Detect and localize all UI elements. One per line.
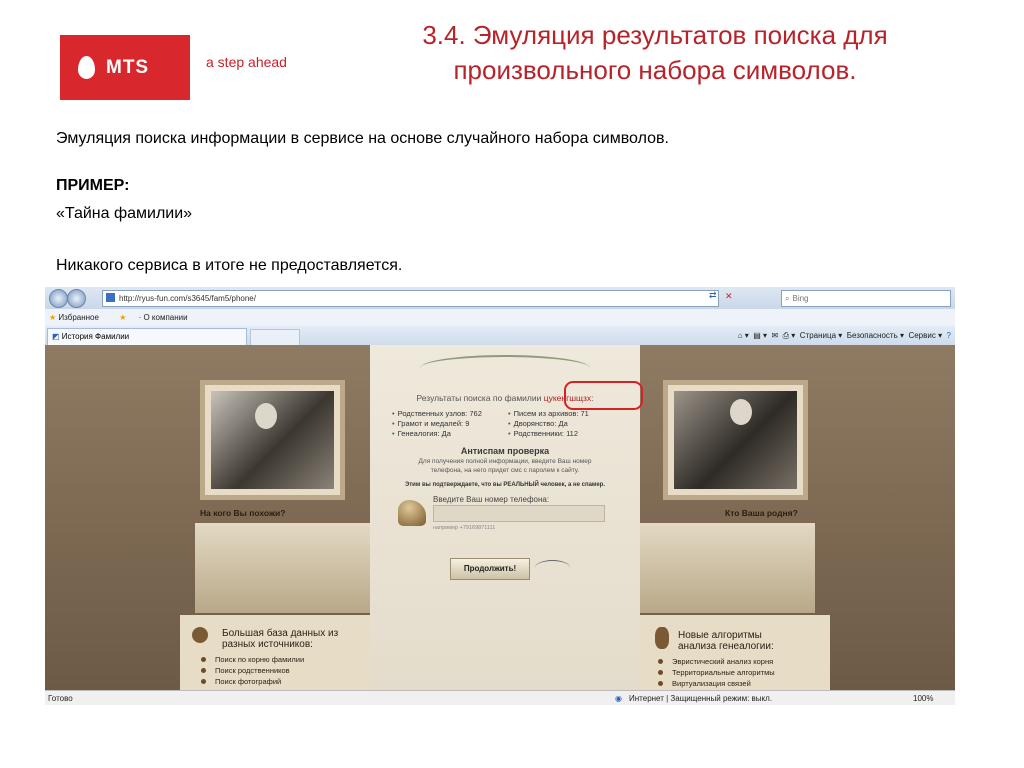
command-bar: ⌂ ▾ ▤ ▾ ✉ ⎙ ▾ Страница ▾ Безопасность ▾ … — [738, 326, 951, 345]
mts-logo: MTS — [60, 35, 190, 100]
search-placeholder: Bing — [792, 294, 809, 303]
right-panel-heading: Новые алгоритмы анализа генеалогии: — [678, 630, 774, 652]
refresh-icon[interactable]: ⇄ — [709, 290, 717, 301]
security-menu[interactable]: Безопасность ▾ — [847, 331, 904, 340]
gramophone-icon — [398, 500, 426, 526]
list-item[interactable]: Виртуализация связей — [652, 678, 775, 689]
right-info-panel: Новые алгоритмы анализа генеалогии: Эврис… — [640, 615, 830, 690]
feeds-icon[interactable]: ▤ ▾ — [753, 331, 767, 340]
intro-text: Эмуляция поиска информации в сервисе на … — [56, 130, 669, 147]
mail-icon[interactable]: ✉ — [772, 331, 779, 340]
page-icon: ◩ — [52, 332, 60, 341]
tab-bar: ◩ История Фамилии ⌂ ▾ ▤ ▾ ✉ ⎙ ▾ Страница… — [45, 326, 955, 346]
favorites-bar: ★ Избранное ★ · О компании — [45, 309, 955, 327]
favorites-link-label: О компании — [143, 313, 188, 322]
left-portrait[interactable] — [205, 385, 340, 495]
back-icon[interactable] — [49, 289, 68, 308]
stat-letters: Писем из архивов: 71 — [508, 409, 589, 418]
left-panel-heading2: разных источников: — [222, 639, 313, 650]
left-panel-heading: Большая база данных из разных источников: — [222, 628, 338, 650]
right-panel-heading1: Новые алгоритмы — [678, 630, 762, 641]
url-field[interactable]: http://ryus-fun.com/s3645/fam5/phone/ — [102, 290, 719, 307]
zone-text[interactable]: Интернет | Защищенный режим: выкл. — [629, 691, 772, 705]
mts-egg-icon — [78, 56, 95, 79]
antispam-text-2: телефона, на него придет смс с паролем к… — [430, 467, 580, 474]
logo-text: MTS — [106, 57, 150, 78]
tab-history[interactable]: ◩ История Фамилии — [47, 328, 247, 345]
right-panel-list: Эвристический анализ корня Территориальн… — [652, 656, 775, 689]
list-item[interactable]: Поиск фотографий — [195, 676, 304, 687]
continue-button[interactable]: Продолжить! — [450, 558, 530, 580]
slide-title: 3.4. Эмуляция результатов поиска для про… — [360, 18, 950, 88]
right-sketch-image — [640, 523, 815, 613]
button-string-decoration — [535, 560, 570, 575]
print-icon[interactable]: ⎙ ▾ — [783, 331, 796, 340]
right-portrait[interactable] — [668, 385, 803, 495]
confirm-text: Этим вы подтверждаете, что вы РЕАЛЬНЫЙ ч… — [404, 482, 606, 488]
left-panel-heading1: Большая база данных из — [222, 628, 339, 639]
add-favorite-icon[interactable]: ★ — [119, 313, 126, 322]
status-text: Готово — [48, 694, 73, 703]
zoom-level[interactable]: 100% — [913, 691, 933, 705]
web-page: На кого Вы похожи? Большая база данных и… — [45, 345, 955, 690]
browser-screenshot: http://ryus-fun.com/s3645/fam5/phone/ ✕ … — [45, 287, 955, 705]
site-icon — [106, 293, 115, 302]
stat-relatives: Родственники: 112 — [508, 429, 578, 438]
antispam-title: Антиспам проверка — [460, 446, 550, 456]
right-column: Кто Ваша родня? Новые алгоритмы анализа г… — [640, 345, 955, 690]
right-panel-heading2: анализа генеалогии: — [678, 641, 774, 652]
left-sketch-image — [195, 523, 370, 613]
conclusion-text: Никакого сервиса в итоге не предоставляе… — [56, 257, 403, 274]
home-icon[interactable]: ⌂ ▾ — [738, 331, 749, 340]
star-icon: ★ — [49, 313, 57, 322]
left-info-panel: Большая база данных из разных источников:… — [180, 615, 370, 690]
url-text: http://ryus-fun.com/s3645/fam5/phone/ — [119, 294, 256, 303]
phone-label: Введите Ваш номер телефона: — [433, 495, 550, 504]
page-menu[interactable]: Страница ▾ — [800, 331, 843, 340]
ornament — [420, 355, 590, 381]
list-item[interactable]: Поиск родственников — [195, 665, 304, 676]
phone-input[interactable] — [433, 505, 605, 522]
results-prefix: Результаты поиска по фамилии — [416, 393, 542, 403]
list-item[interactable]: Поиск по корню фамилии — [195, 654, 304, 665]
tab-label: История Фамилии — [61, 332, 130, 341]
slide-title-line2: произвольного набора символов. — [453, 55, 857, 85]
favorites-link[interactable]: · О компании — [139, 313, 188, 322]
new-tab-button[interactable] — [250, 329, 300, 346]
address-bar: http://ryus-fun.com/s3645/fam5/phone/ ✕ … — [45, 287, 955, 309]
surname-highlight-circle — [564, 381, 643, 410]
tagline: a step ahead — [206, 54, 287, 70]
status-bar: Готово ◉ Интернет | Защищенный режим: вы… — [45, 690, 955, 705]
stop-icon[interactable]: ✕ — [725, 291, 733, 302]
service-menu[interactable]: Сервис ▾ — [908, 331, 942, 340]
left-question[interactable]: На кого Вы похожи? — [200, 508, 285, 518]
search-icon: ⌕ — [785, 294, 790, 303]
forward-icon[interactable] — [67, 289, 86, 308]
lamp-icon — [655, 627, 669, 649]
list-item[interactable]: Территориальные алгоритмы — [652, 667, 775, 678]
stat-diplomas: Грамот и медалей: 9 — [392, 419, 470, 428]
phone-hint: например +79169871111 — [433, 525, 496, 531]
favorites-button[interactable]: Избранное — [58, 313, 99, 322]
example-label: ПРИМЕР: — [56, 177, 130, 194]
camera-icon — [192, 627, 208, 643]
globe-icon: ◉ — [615, 694, 622, 703]
stat-nodes: Родственных узлов: 762 — [392, 409, 482, 418]
list-item[interactable]: Эвристический анализ корня — [652, 656, 775, 667]
antispam-text-1: Для получения полной информации, введите… — [418, 458, 592, 465]
slide-title-line1: 3.4. Эмуляция результатов поиска для — [422, 20, 888, 50]
right-question[interactable]: Кто Ваша родня? — [725, 508, 798, 518]
example-name: «Тайна фамилии» — [56, 205, 193, 222]
stat-genealogy: Генеалогия: Да — [392, 429, 451, 438]
left-panel-list: Поиск по корню фамилии Поиск родственник… — [195, 654, 304, 687]
stat-nobility: Дворянство: Да — [508, 419, 568, 428]
help-icon[interactable]: ? — [947, 331, 951, 340]
left-column: На кого Вы похожи? Большая база данных и… — [45, 345, 370, 690]
center-column: Результаты поиска по фамилии цукенгшщзх:… — [370, 345, 643, 690]
search-input[interactable]: ⌕ Bing — [781, 290, 951, 307]
